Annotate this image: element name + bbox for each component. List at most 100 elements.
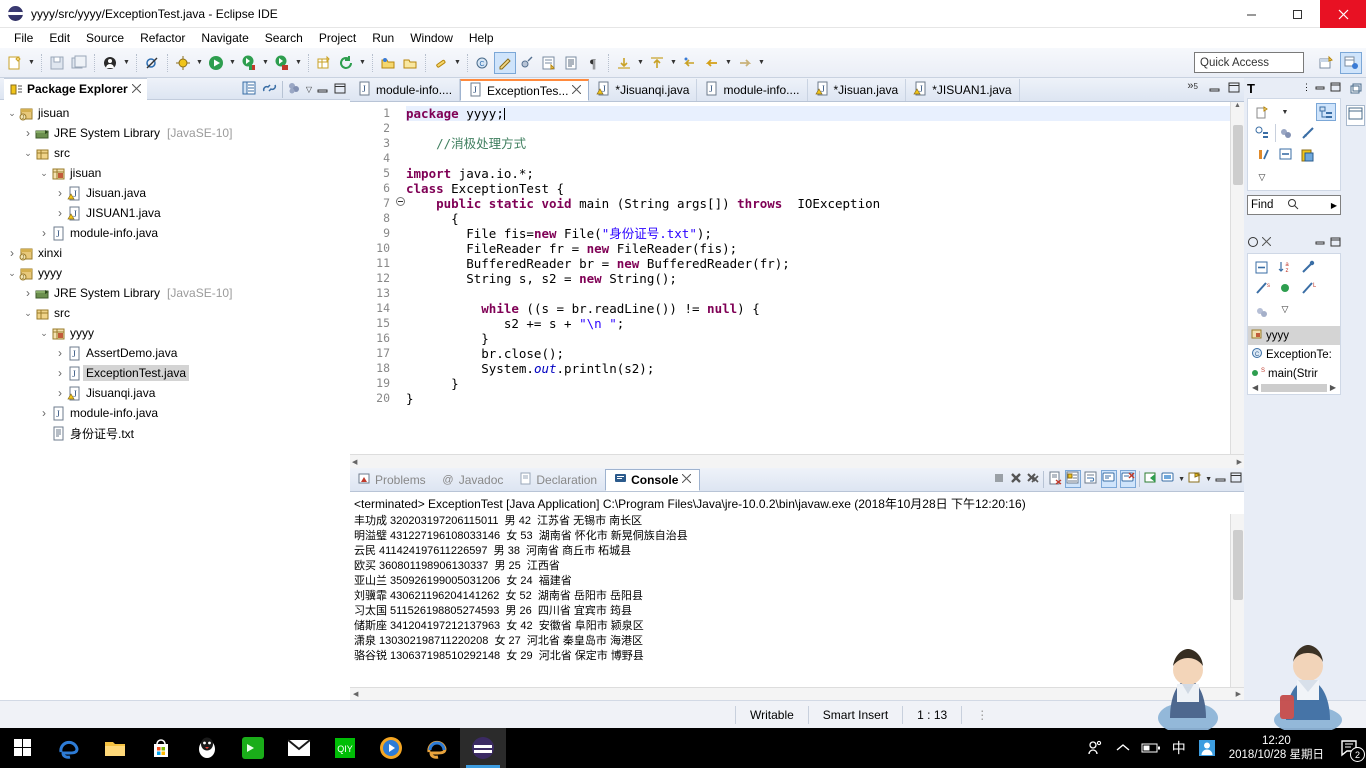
code-line[interactable]: package yyyy; — [406, 106, 1230, 121]
menu-item-run[interactable]: Run — [364, 30, 402, 46]
status-handle[interactable]: ⋮ — [961, 705, 1002, 724]
tree-item-jisuanjava[interactable]: › J Jisuan.java — [0, 183, 350, 203]
run-external-icon[interactable] — [271, 52, 293, 74]
tree-item-src[interactable]: ⌄ src — [0, 143, 350, 163]
ime-chinese-icon[interactable]: 中 — [1165, 728, 1193, 768]
eclipse-icon[interactable] — [460, 728, 506, 768]
run-dropdown-icon[interactable]: ▼ — [227, 52, 238, 74]
back-dropdown-icon[interactable]: ▼ — [723, 52, 734, 74]
tree-item-jisuan1java[interactable]: › J JISUAN1.java — [0, 203, 350, 223]
new-class-icon[interactable]: C — [472, 52, 494, 74]
annotation-ruler[interactable] — [350, 102, 360, 454]
outline-item-1[interactable]: C ExceptionTe: — [1248, 345, 1340, 364]
next-annotation-icon[interactable] — [613, 52, 635, 74]
new-wizard-icon[interactable] — [4, 52, 26, 74]
forward-dropdown-icon[interactable]: ▼ — [756, 52, 767, 74]
code-line[interactable]: import java.io.*; — [406, 166, 1230, 181]
wechat-icon[interactable] — [230, 728, 276, 768]
maximize-button[interactable] — [1274, 0, 1320, 28]
sort-icon[interactable]: az — [1275, 258, 1295, 276]
remove-all-terminated-icon[interactable] — [1026, 471, 1040, 488]
tree-item-assertdemojava[interactable]: › J AssertDemo.java — [0, 343, 350, 363]
back-icon[interactable] — [701, 52, 723, 74]
scroll-right-icon[interactable]: ▶ — [1330, 383, 1336, 392]
editor-horizontal-scrollbar[interactable]: ◀ ▶ — [350, 454, 1244, 468]
profile-icon[interactable] — [99, 52, 121, 74]
maximize-icon[interactable] — [1330, 237, 1341, 250]
media-player-icon[interactable] — [368, 728, 414, 768]
outline-item-2[interactable]: Smain(Strir — [1248, 364, 1340, 383]
scrollbar-thumb[interactable] — [1232, 530, 1243, 600]
menu-item-refactor[interactable]: Refactor — [132, 30, 193, 46]
code-text[interactable]: package yyyy; //消极处理方式 import java.io.*;… — [406, 102, 1230, 454]
scroll-lock-icon[interactable] — [1065, 470, 1082, 488]
code-line[interactable] — [406, 286, 1230, 301]
open-editor-icon[interactable] — [538, 52, 560, 74]
chevron-down-icon[interactable]: ⌄ — [22, 308, 34, 319]
supertype-hierarchy-icon[interactable] — [1252, 124, 1272, 142]
chevron-right-icon[interactable]: › — [22, 126, 34, 140]
code-line[interactable]: } — [406, 331, 1230, 346]
maximize-icon[interactable] — [1228, 82, 1240, 96]
editor-vertical-scrollbar[interactable]: ▲ — [1230, 102, 1244, 454]
view-menu-arrow[interactable]: ▽ — [1252, 168, 1272, 186]
next-annotation-dropdown-icon[interactable]: ▼ — [635, 52, 646, 74]
word-wrap-icon[interactable] — [1084, 471, 1098, 487]
outline-tree[interactable]: yyyy C ExceptionTe: Smain(Strir — [1248, 326, 1340, 383]
editor-tab-0[interactable]: Jmodule-info.... — [350, 79, 461, 101]
package-explorer-tree[interactable]: ⌄ Jjisuan › JRE System Library [JavaSE-10] ⌄ s… — [0, 100, 350, 700]
pilcrow-icon[interactable]: ¶ — [582, 52, 604, 74]
tree-item-jresystemlibrary[interactable]: › JRE System Library [JavaSE-10] — [0, 123, 350, 143]
tree-item-yyyy[interactable]: ⌄ Jyyyy — [0, 263, 350, 283]
hierarchy-find-box[interactable]: Find ▶ — [1247, 195, 1341, 215]
terminate-icon[interactable] — [992, 471, 1006, 488]
code-line[interactable]: BufferedReader br = new BufferedReader(f… — [406, 256, 1230, 271]
code-line[interactable]: } — [406, 376, 1230, 391]
menu-item-file[interactable]: File — [6, 30, 41, 46]
new-wizard-dropdown-icon[interactable]: ▼ — [26, 52, 37, 74]
chevron-right-icon[interactable]: › — [22, 286, 34, 300]
hide-static-icon[interactable] — [1252, 145, 1272, 163]
view-menu-icon[interactable]: ⋮ — [1302, 82, 1311, 95]
people-icon[interactable] — [1081, 728, 1109, 768]
java-perspective-icon[interactable] — [1340, 52, 1362, 74]
previous-annotation-icon[interactable] — [646, 52, 668, 74]
skip-breakpoints-icon[interactable] — [141, 52, 163, 74]
code-line[interactable]: class ExceptionTest { — [406, 181, 1230, 196]
editor-tab-2[interactable]: J *Jisuanqi.java — [589, 79, 698, 101]
tree-item-jisuanqijava[interactable]: › J Jisuanqi.java — [0, 383, 350, 403]
forward-icon[interactable] — [734, 52, 756, 74]
hide-local-types-icon[interactable]: L — [1298, 279, 1318, 297]
code-line[interactable]: String s, s2 = new String(); — [406, 271, 1230, 286]
annotate-icon[interactable] — [516, 52, 538, 74]
console-vertical-scrollbar[interactable] — [1230, 514, 1244, 687]
menu-item-source[interactable]: Source — [78, 30, 132, 46]
previous-annotation-dropdown-icon[interactable]: ▼ — [668, 52, 679, 74]
hide-public-icon[interactable] — [1275, 279, 1295, 297]
bottom-tab-problems[interactable]: Problems — [350, 469, 434, 491]
type-hierarchy-mode-icon[interactable] — [1316, 103, 1336, 121]
clear-console-icon[interactable] — [1043, 470, 1062, 488]
file-explorer-icon[interactable] — [92, 728, 138, 768]
maximize-icon[interactable] — [1230, 472, 1242, 486]
open-perspective-icon[interactable] — [1315, 52, 1337, 74]
code-line[interactable]: System.out.println(s2); — [406, 361, 1230, 376]
focus-icon[interactable] — [1252, 304, 1272, 322]
iqiyi-icon[interactable]: QIY — [322, 728, 368, 768]
code-line[interactable]: while ((s = br.readLine()) != null) { — [406, 301, 1230, 316]
code-line[interactable]: s2 += s + "\n "; — [406, 316, 1230, 331]
menu-item-navigate[interactable]: Navigate — [193, 30, 256, 46]
layout-icon[interactable] — [1298, 147, 1318, 165]
scroll-left-icon[interactable]: ◀ — [352, 458, 357, 466]
minimize-button[interactable] — [1228, 0, 1274, 28]
coverage-icon[interactable] — [238, 52, 260, 74]
search-icon[interactable] — [430, 52, 452, 74]
bottom-tab-javadoc[interactable]: @ Javadoc — [434, 469, 512, 491]
collapse-all-icon[interactable] — [1252, 258, 1272, 276]
code-line[interactable] — [406, 151, 1230, 166]
open-console-icon[interactable] — [1188, 471, 1202, 487]
windows-start-icon[interactable] — [0, 728, 46, 768]
outline-h-scrollbar[interactable] — [1261, 383, 1327, 392]
code-line[interactable]: } — [406, 391, 1230, 406]
search-icon[interactable] — [1287, 198, 1299, 213]
